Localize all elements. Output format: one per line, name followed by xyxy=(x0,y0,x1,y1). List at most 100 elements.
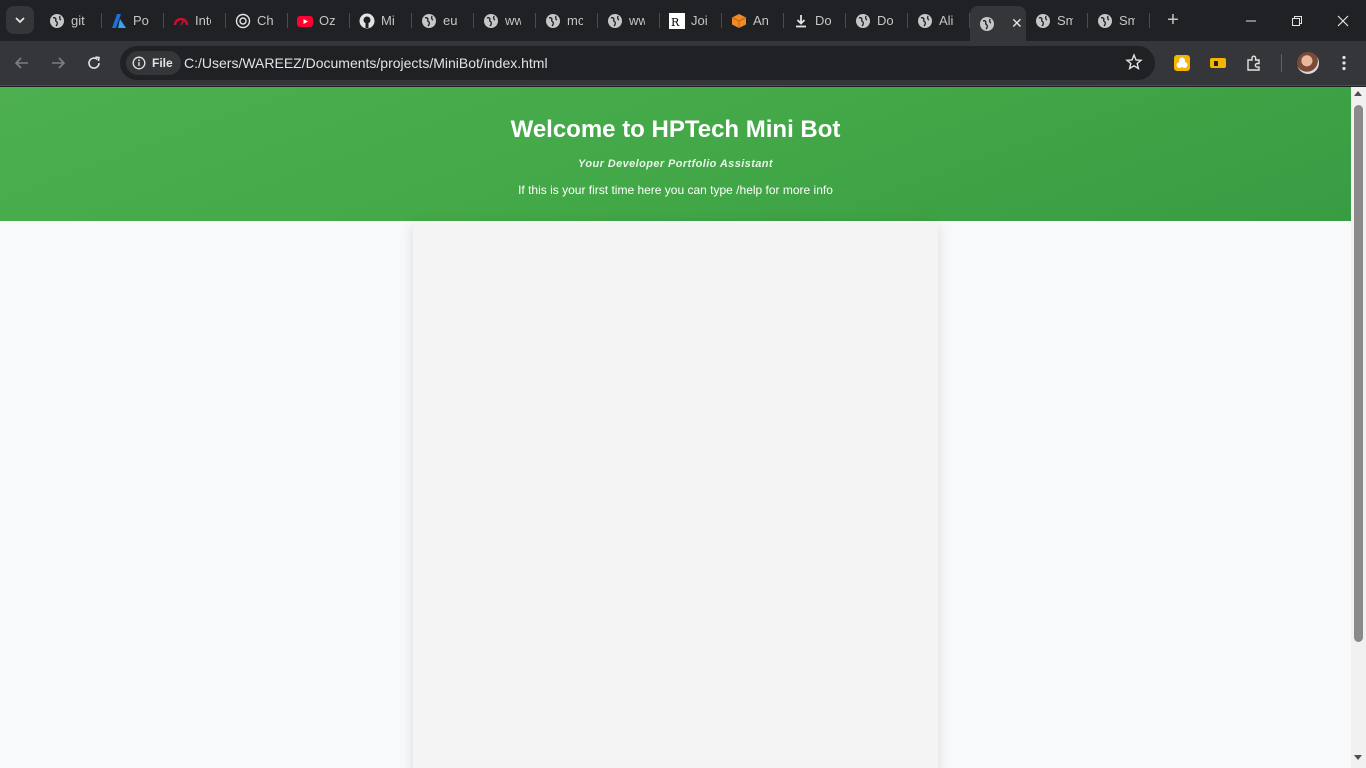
azure-icon xyxy=(111,13,127,29)
globe-icon xyxy=(421,13,437,29)
help-hint: If this is your first time here you can … xyxy=(518,183,833,197)
extension-button-1[interactable] xyxy=(1168,49,1196,77)
tab-title: Sm xyxy=(1057,13,1073,28)
chevron-down-icon xyxy=(15,17,25,24)
close-tab-icon[interactable]: ✕ xyxy=(1011,15,1023,32)
extensions-menu-button[interactable] xyxy=(1240,49,1268,77)
puzzle-icon xyxy=(1247,55,1260,71)
tab-title: Oz xyxy=(319,13,335,28)
tab-title: Do xyxy=(877,13,893,28)
tab-title: Ali xyxy=(939,13,954,28)
tab-title: git xyxy=(71,13,85,28)
page-subtitle: Your Developer Portfolio Assistant xyxy=(578,158,773,170)
address-bar[interactable]: File C:/Users/WAREEZ/Documents/projects/… xyxy=(120,46,1155,80)
page-header: Welcome to HPTech Mini Bot Your Develope… xyxy=(0,87,1351,221)
browser-tab[interactable]: Ch xyxy=(226,0,288,41)
tab-list: git Por Inte Ch Oz Mi eu ww mc ww R Joi An Do Do Ali ✕ Sm… xyxy=(40,0,1190,41)
globe-icon xyxy=(979,16,995,32)
browser-tab[interactable]: R Joi xyxy=(660,0,722,41)
site-info-chip[interactable]: File xyxy=(126,51,181,75)
browser-tab[interactable]: Do xyxy=(784,0,846,41)
chat-panel xyxy=(413,221,938,768)
tab-title: Por xyxy=(133,13,149,28)
scroll-down-arrow[interactable] xyxy=(1354,755,1362,760)
tab-title: mc xyxy=(567,13,583,28)
tab-title: Joi xyxy=(691,13,707,28)
info-icon xyxy=(132,56,146,70)
globe-icon xyxy=(855,13,871,29)
globe-icon xyxy=(1035,13,1051,29)
browser-tab[interactable]: ww xyxy=(474,0,536,41)
browser-tab[interactable]: Sm xyxy=(1026,0,1088,41)
globe-icon xyxy=(917,13,933,29)
tab-title: Sm xyxy=(1119,13,1135,28)
page-scrollbar[interactable] xyxy=(1351,87,1366,768)
download-icon xyxy=(793,13,809,29)
page-viewport: Welcome to HPTech Mini Bot Your Develope… xyxy=(0,87,1351,768)
scrollbar-thumb[interactable] xyxy=(1354,105,1363,642)
globe-icon xyxy=(545,13,561,29)
browser-menu-button[interactable] xyxy=(1330,49,1358,77)
window-controls xyxy=(1228,0,1366,41)
globe-icon xyxy=(49,13,65,29)
arrow-right-icon xyxy=(52,57,66,69)
browser-toolbar: File C:/Users/WAREEZ/Documents/projects/… xyxy=(0,41,1366,86)
browser-tab[interactable]: Por xyxy=(102,0,164,41)
restore-button[interactable] xyxy=(1274,0,1320,41)
back-button[interactable] xyxy=(8,49,36,77)
new-tab-button[interactable]: + xyxy=(1156,0,1190,41)
extension-circles-icon xyxy=(1174,55,1190,71)
tab-title: Do xyxy=(815,13,831,28)
tab-title: eu xyxy=(443,13,458,28)
youtube-icon xyxy=(297,13,313,29)
minimize-icon xyxy=(1246,20,1256,21)
browser-tab-active[interactable]: ✕ xyxy=(970,6,1026,41)
browser-tab[interactable]: git xyxy=(40,0,102,41)
extension-button-2[interactable] xyxy=(1204,49,1232,77)
extension-tag-icon xyxy=(1210,58,1226,68)
more-vertical-icon xyxy=(1342,55,1346,71)
browser-tab[interactable]: Ali xyxy=(908,0,970,41)
svg-text:R: R xyxy=(671,16,680,29)
tab-strip: git Por Inte Ch Oz Mi eu ww mc ww R Joi An Do Do Ali ✕ Sm… xyxy=(0,0,1366,41)
site-chip-label: File xyxy=(152,56,173,70)
browser-tab[interactable]: Do xyxy=(846,0,908,41)
tab-title: An xyxy=(753,13,769,28)
browser-tab[interactable]: Sm xyxy=(1088,0,1150,41)
tab-title: ww xyxy=(505,13,521,28)
gauge-icon xyxy=(173,13,189,29)
restore-icon xyxy=(1292,15,1302,26)
globe-icon xyxy=(607,13,623,29)
close-window-button[interactable] xyxy=(1320,0,1366,41)
researchgate-icon: R xyxy=(669,12,685,29)
browser-tab[interactable]: An xyxy=(722,0,784,41)
bookmark-star-icon[interactable] xyxy=(1125,53,1143,71)
page-title: Welcome to HPTech Mini Bot xyxy=(510,116,841,143)
browser-tab[interactable]: Oz xyxy=(288,0,350,41)
reload-icon xyxy=(88,56,100,69)
chatgpt-icon xyxy=(235,13,251,29)
tab-title: Ch xyxy=(257,13,273,28)
github-icon xyxy=(359,13,375,29)
browser-tab[interactable]: ww xyxy=(598,0,660,41)
scroll-up-arrow[interactable] xyxy=(1354,91,1362,96)
url-text[interactable]: C:/Users/WAREEZ/Documents/projects/MiniB… xyxy=(184,55,548,71)
minimize-button[interactable] xyxy=(1228,0,1274,41)
browser-tab[interactable]: eu xyxy=(412,0,474,41)
tab-title: Mi xyxy=(381,13,395,28)
profile-avatar[interactable] xyxy=(1297,52,1319,74)
forward-button[interactable] xyxy=(44,49,72,77)
browser-tab[interactable]: Inte xyxy=(164,0,226,41)
browser-tab[interactable]: mc xyxy=(536,0,598,41)
toolbar-separator xyxy=(1281,54,1282,72)
close-icon xyxy=(1337,15,1349,26)
cube-icon xyxy=(731,13,747,29)
browser-tab[interactable]: Mi xyxy=(350,0,412,41)
tab-search-button[interactable] xyxy=(6,6,34,34)
reload-button[interactable] xyxy=(80,49,108,77)
tab-title: ww xyxy=(629,13,645,28)
globe-icon xyxy=(483,13,499,29)
globe-icon xyxy=(1097,13,1113,29)
tab-title: Inte xyxy=(195,13,211,28)
arrow-left-icon xyxy=(14,57,28,69)
